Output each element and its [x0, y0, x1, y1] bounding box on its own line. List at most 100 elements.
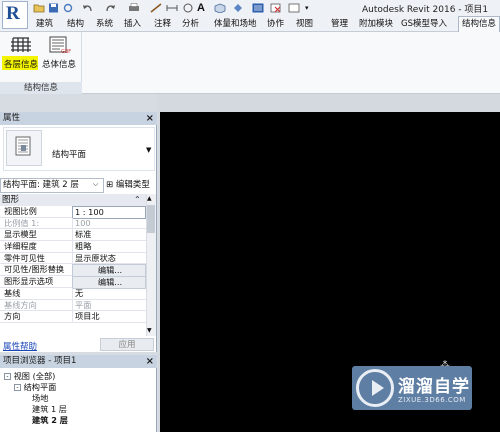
property-row[interactable]: 图形显示选项 编辑...	[0, 276, 146, 290]
apply-button[interactable]: 应用	[100, 338, 154, 351]
property-value[interactable]: 显示原状态	[72, 252, 146, 264]
general-info-icon: GBF	[47, 36, 71, 57]
qat-dropdown-icon[interactable]: ▾	[305, 3, 317, 13]
tree-toggle-icon[interactable]: -	[14, 384, 21, 391]
tree-toggle-icon[interactable]: -	[4, 373, 11, 380]
edit-type-label: 编辑类型	[115, 180, 150, 190]
property-key: 基线方向	[4, 299, 37, 310]
tree-item[interactable]: 建筑 1 层	[24, 404, 67, 415]
project-browser-header: 项目浏览器 - 项目1 ×	[0, 355, 157, 368]
tree-item[interactable]: - 视图 (全部)	[4, 371, 55, 382]
property-key: 视图比例	[4, 206, 37, 216]
close-hidden-icon[interactable]	[270, 3, 282, 13]
property-value: 平面	[72, 299, 146, 311]
measure-icon[interactable]	[150, 3, 162, 13]
sync-icon[interactable]	[62, 3, 74, 13]
property-row[interactable]: 比例值 1: 100	[0, 217, 146, 230]
tab-9[interactable]: 管理	[331, 17, 348, 31]
tree-item-label: 结构平面	[23, 382, 57, 392]
property-row[interactable]: 可见性/图形替换 编辑...	[0, 264, 146, 278]
dimension-icon[interactable]	[166, 3, 178, 13]
properties-help-link[interactable]: 属性帮助	[3, 340, 37, 352]
3d-view-icon[interactable]	[214, 3, 226, 13]
close-icon[interactable]: ×	[146, 112, 154, 125]
scroll-up-icon[interactable]: ▲	[147, 195, 152, 202]
project-browser-title: 项目浏览器 - 项目1	[3, 356, 77, 366]
tab-0[interactable]: 建筑	[36, 17, 53, 31]
tree-item[interactable]: 建筑 2 层	[24, 415, 68, 426]
watermark-play-icon	[372, 380, 384, 396]
property-value[interactable]: 粗略	[72, 241, 146, 253]
general-info-button[interactable]: GBF 总体信息	[40, 36, 78, 72]
tab-5[interactable]: 分析	[182, 17, 199, 31]
tree-item-label: 视图 (全部)	[13, 371, 56, 381]
property-row[interactable]: 详细程度 粗略	[0, 241, 146, 253]
property-row[interactable]: 基线方向 平面	[0, 299, 146, 312]
switch-windows-icon[interactable]	[288, 3, 300, 13]
edit-type-icon: ⊞	[106, 180, 114, 190]
property-value[interactable]: 无	[72, 287, 146, 299]
property-row[interactable]: 方向 项目北	[0, 311, 146, 323]
property-group-graphics[interactable]: 图形	[0, 194, 146, 206]
property-key: 可见性/图形替换	[4, 264, 65, 275]
property-key: 图形显示选项	[4, 276, 54, 287]
general-info-label: 总体信息	[41, 60, 76, 70]
type-dropdown-icon[interactable]: ▼	[146, 146, 151, 154]
property-key: 基线	[4, 287, 21, 298]
watermark-subtitle: ZIXUE.3D66.COM	[398, 396, 466, 404]
tree-item-label: 场地	[32, 393, 49, 403]
property-key: 详细程度	[4, 241, 37, 252]
floor-info-label: 各层信息	[3, 60, 38, 70]
thin-lines-icon[interactable]	[252, 3, 264, 13]
property-value[interactable]: 项目北	[72, 311, 146, 323]
tree-item[interactable]: 场地	[24, 393, 48, 404]
tree-item[interactable]: - 结构平面	[14, 382, 56, 393]
tag-icon[interactable]	[182, 3, 194, 13]
tab-11[interactable]: GS模型导入	[401, 17, 447, 31]
save-icon[interactable]	[48, 3, 60, 13]
properties-table: 视图比例 1 : 100 比例值 1: 100 显示模型 标准详细程度 粗略零件可见性 显示原…	[0, 206, 146, 323]
property-key: 零件可见性	[4, 252, 45, 263]
tab-6[interactable]: 体量和场地	[214, 17, 257, 31]
properties-header: 属性 ×	[0, 112, 157, 125]
property-key: 显示模型	[4, 229, 37, 240]
tab-10[interactable]: 附加模块	[359, 17, 393, 31]
type-name: 结构平面	[52, 150, 87, 160]
property-value[interactable]: 标准	[72, 229, 146, 241]
scrollbar-thumb[interactable]	[147, 205, 155, 233]
undo-icon[interactable]	[82, 3, 94, 13]
tab-1[interactable]: 结构	[67, 17, 84, 31]
print-icon[interactable]	[128, 3, 140, 13]
property-row[interactable]: 视图比例 1 : 100	[0, 206, 146, 219]
edit-type-button[interactable]: ⊞ 编辑类型	[106, 178, 150, 193]
window-title: Autodesk Revit 2016 - 项目1	[362, 5, 489, 15]
tree-item-label: 建筑 2 层	[32, 415, 68, 425]
instance-selector[interactable]: 结构平面: 建筑 2 层	[0, 178, 104, 193]
tab-2[interactable]: 系统	[96, 17, 113, 31]
collapse-icon[interactable]: ⌃	[134, 194, 141, 206]
text-tool-icon[interactable]: A	[197, 3, 209, 14]
tab-4[interactable]: 注释	[154, 17, 171, 31]
property-key: 比例值 1:	[4, 217, 40, 228]
panel-title: 结构信息	[0, 82, 82, 94]
tab-8[interactable]: 视图	[296, 17, 313, 31]
svg-text:GBF: GBF	[61, 49, 71, 54]
floor-info-button[interactable]: 各层信息	[2, 36, 40, 72]
property-row[interactable]: 零件可见性 显示原状态	[0, 252, 146, 265]
open-icon[interactable]	[33, 3, 45, 13]
close-icon[interactable]: ×	[146, 355, 154, 368]
app-menu-button[interactable]: R	[2, 1, 28, 29]
scroll-down-icon[interactable]: ▼	[147, 327, 152, 334]
tree-item-label: 建筑 1 层	[32, 404, 67, 414]
property-row[interactable]: 显示模型 标准	[0, 229, 146, 242]
section-icon[interactable]	[232, 3, 244, 13]
properties-title: 属性	[3, 113, 21, 123]
property-key: 方向	[4, 311, 21, 322]
property-row[interactable]: 基线 无	[0, 287, 146, 300]
watermark-title: 溜溜自学	[398, 377, 470, 397]
chevron-down-icon[interactable]: ⌵	[93, 180, 98, 189]
tab-3[interactable]: 插入	[124, 17, 141, 31]
tab-7[interactable]: 协作	[267, 17, 284, 31]
redo-icon[interactable]	[104, 3, 116, 13]
tab-12[interactable]: 结构信息	[458, 16, 500, 32]
